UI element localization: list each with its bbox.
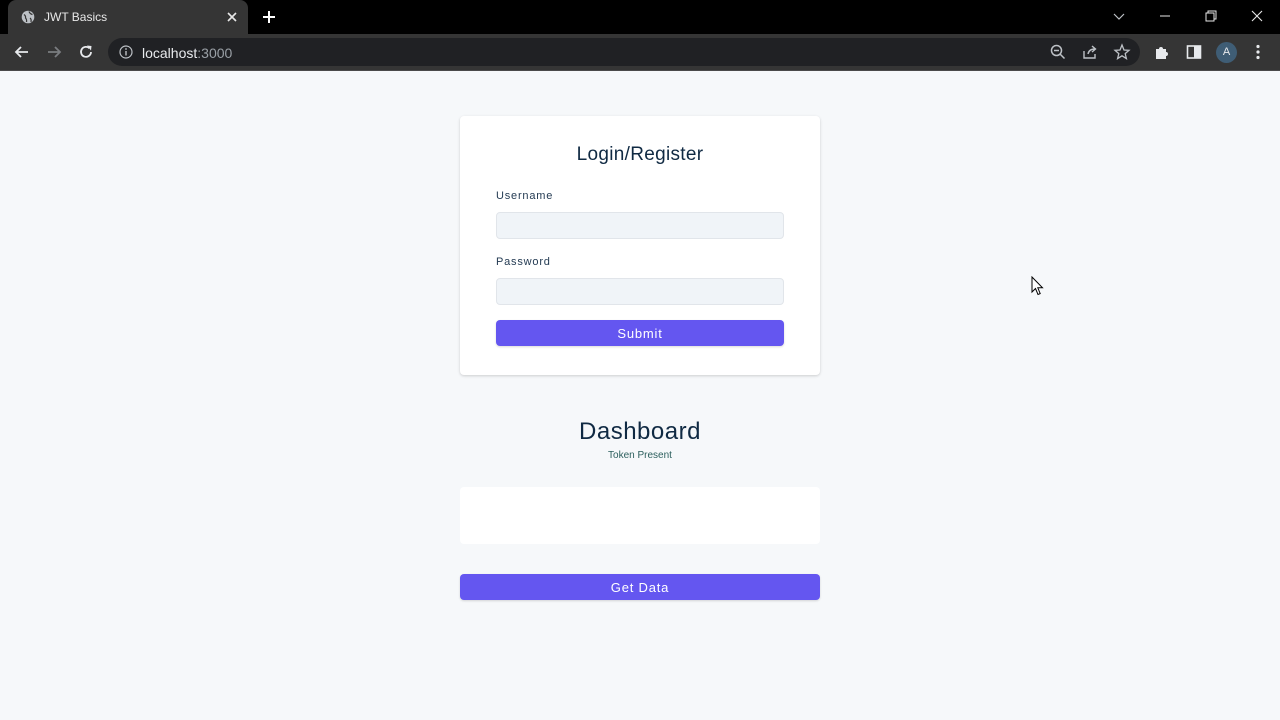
dashboard-result-box [460, 487, 820, 544]
forward-arrow-icon[interactable] [45, 43, 63, 61]
password-label: Password [496, 256, 551, 268]
plus-icon[interactable] [261, 9, 277, 25]
back-arrow-icon[interactable] [13, 43, 31, 61]
username-label: Username [496, 190, 554, 202]
submit-button[interactable]: Submit [496, 320, 784, 346]
close-icon[interactable] [226, 11, 238, 23]
browser-toolbar: localhost:3000 A [0, 34, 1280, 71]
globe-icon [21, 10, 35, 24]
zoom-icon[interactable] [1049, 43, 1067, 61]
username-input[interactable] [496, 212, 784, 239]
chevron-down-icon[interactable] [1111, 8, 1127, 24]
kebab-menu-icon[interactable] [1249, 43, 1267, 61]
info-icon[interactable] [119, 45, 133, 59]
tab-title: JWT Basics [44, 10, 108, 24]
side-panel-icon[interactable] [1185, 43, 1203, 61]
share-icon[interactable] [1081, 43, 1099, 61]
address-port: :3000 [197, 45, 233, 61]
address-url: localhost:3000 [142, 45, 232, 61]
browser-titlebar: JWT Basics [0, 0, 1280, 34]
star-icon[interactable] [1113, 43, 1131, 61]
token-status: Token Present [608, 450, 672, 461]
restore-icon[interactable] [1203, 8, 1219, 24]
cursor-icon [1031, 276, 1044, 296]
address-host: localhost [142, 45, 198, 61]
profile-avatar[interactable]: A [1216, 42, 1237, 63]
login-title: Login/Register [576, 144, 704, 165]
extensions-icon[interactable] [1153, 43, 1171, 61]
dashboard-title: Dashboard [579, 418, 701, 445]
minimize-icon[interactable] [1157, 8, 1173, 24]
password-input[interactable] [496, 278, 784, 305]
address-bar[interactable]: localhost:3000 [108, 38, 1140, 66]
reload-icon[interactable] [77, 43, 95, 61]
window-close-icon[interactable] [1249, 8, 1265, 24]
get-data-button[interactable]: Get Data [460, 574, 820, 600]
browser-tab[interactable]: JWT Basics [8, 0, 248, 34]
